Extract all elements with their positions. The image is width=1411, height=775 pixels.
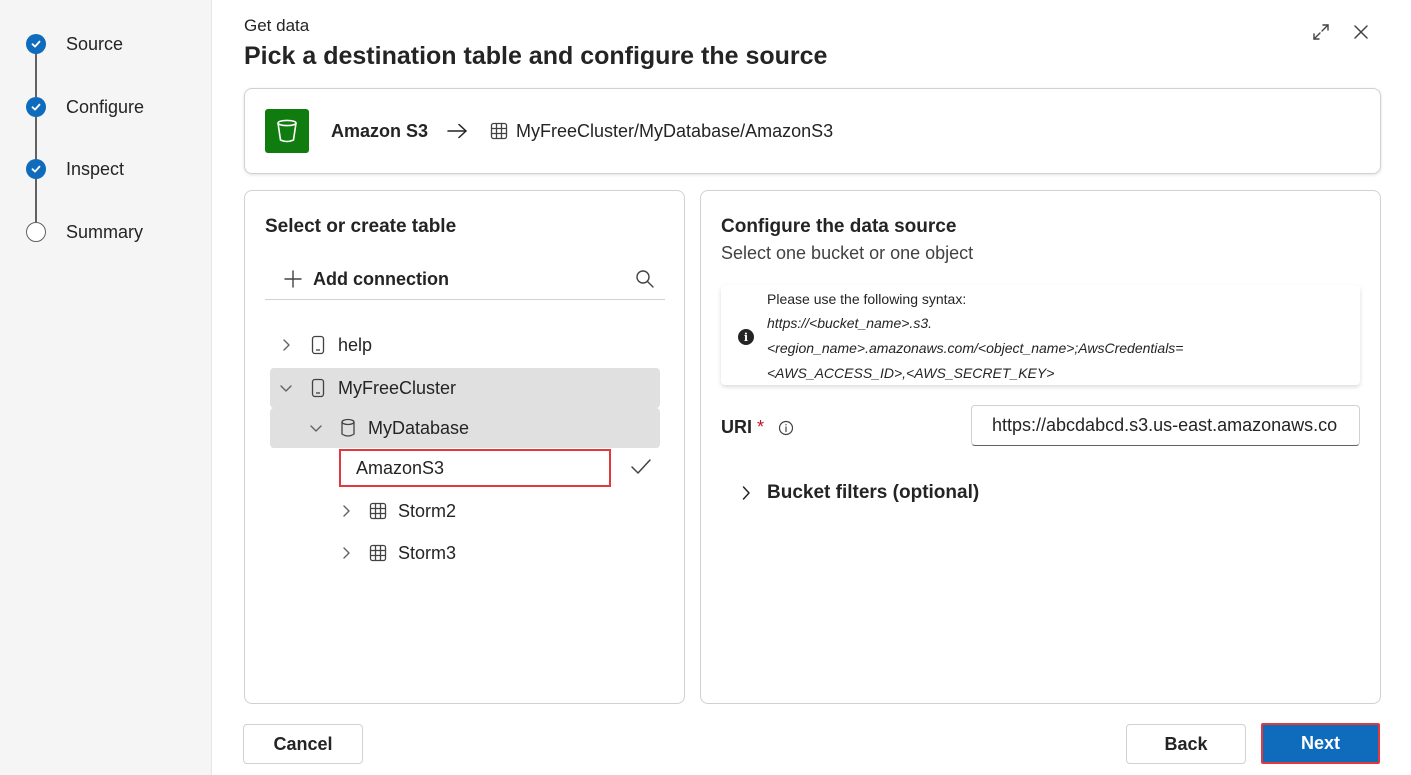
close-icon bbox=[1354, 25, 1368, 39]
info-text: Please use the following syntax: bbox=[767, 291, 967, 307]
uri-label-text: URI bbox=[721, 417, 752, 437]
uri-input[interactable]: https://abcdabcd.s3.us-east.amazonaws.co bbox=[971, 405, 1360, 446]
step-source[interactable]: Source bbox=[26, 33, 123, 55]
tree-item-database-mydatabase[interactable]: MyDatabase bbox=[270, 408, 660, 448]
required-mark: * bbox=[757, 417, 765, 437]
close-button[interactable] bbox=[1349, 20, 1373, 44]
source-name: Amazon S3 bbox=[331, 120, 429, 141]
arrow-right-icon bbox=[446, 123, 468, 139]
syntax-info-box: i Please use the following syntax: https… bbox=[721, 285, 1360, 385]
tree-item-cluster-help[interactable]: help bbox=[270, 325, 660, 365]
add-icon bbox=[283, 269, 303, 289]
tree-item-cluster-myfreecluster[interactable]: MyFreeCluster bbox=[270, 368, 660, 408]
step-complete-icon bbox=[26, 97, 46, 117]
panel-title: Select or create table bbox=[265, 216, 457, 237]
select-table-panel: Select or create table Add connection he… bbox=[244, 190, 685, 704]
panel-title: Configure the data source bbox=[721, 216, 957, 237]
table-icon bbox=[368, 544, 388, 562]
tree-item-label: help bbox=[338, 334, 373, 355]
stepper-connector bbox=[35, 178, 37, 222]
back-button[interactable]: Back bbox=[1126, 724, 1246, 764]
step-label: Summary bbox=[66, 221, 144, 242]
chevron-down-icon[interactable] bbox=[278, 380, 294, 396]
cluster-icon bbox=[308, 378, 328, 398]
chevron-down-icon[interactable] bbox=[308, 420, 324, 436]
tree-item-table-storm2[interactable]: Storm2 bbox=[270, 491, 660, 531]
bucket-filters-expander[interactable]: Bucket filters (optional) bbox=[741, 482, 979, 504]
tree-item-label: Storm2 bbox=[398, 500, 457, 521]
bucket-filters-label: Bucket filters (optional) bbox=[767, 482, 980, 503]
search-button[interactable] bbox=[635, 269, 655, 289]
dialog-eyebrow: Get data bbox=[244, 16, 310, 35]
chevron-right-icon bbox=[741, 485, 751, 501]
destination-path: MyFreeCluster/MyDatabase/AmazonS3 bbox=[516, 120, 834, 141]
table-icon bbox=[368, 502, 388, 520]
info-tooltip-icon[interactable] bbox=[778, 420, 794, 436]
page-title: Pick a destination table and configure t… bbox=[244, 42, 828, 70]
step-pending-icon bbox=[26, 222, 46, 242]
stepper-connector bbox=[35, 53, 37, 97]
step-label: Inspect bbox=[66, 158, 125, 179]
step-complete-icon bbox=[26, 159, 46, 179]
add-connection-toolbar: Add connection bbox=[265, 259, 665, 300]
tree-item-table-storm3[interactable]: Storm3 bbox=[270, 533, 660, 573]
new-table-name-input[interactable]: AmazonS3 bbox=[339, 449, 611, 487]
cancel-button[interactable]: Cancel bbox=[243, 724, 363, 764]
chevron-right-icon[interactable] bbox=[278, 337, 294, 353]
cluster-icon bbox=[308, 335, 328, 355]
expand-icon bbox=[1313, 24, 1329, 40]
info-text: <AWS_ACCESS_ID>,<AWS_SECRET_KEY> bbox=[767, 365, 1055, 381]
configure-source-panel: Configure the data source Select one buc… bbox=[700, 190, 1381, 704]
chevron-right-icon[interactable] bbox=[338, 545, 354, 561]
step-label: Configure bbox=[66, 96, 145, 117]
uri-label: URI * bbox=[721, 417, 794, 438]
checkmark-icon[interactable] bbox=[630, 458, 652, 476]
tree-item-label: MyDatabase bbox=[368, 417, 470, 438]
tree-item-label: Storm3 bbox=[398, 542, 457, 563]
amazon-s3-icon bbox=[265, 109, 309, 153]
source-destination-card: Amazon S3 MyFreeCluster/MyDatabase/Amazo… bbox=[244, 88, 1381, 174]
next-button[interactable]: Next bbox=[1261, 723, 1380, 764]
step-summary[interactable]: Summary bbox=[26, 221, 143, 243]
step-configure[interactable]: Configure bbox=[26, 96, 144, 118]
search-icon bbox=[636, 270, 654, 288]
wizard-stepper: Source Configure Inspect Summary bbox=[0, 0, 212, 775]
step-inspect[interactable]: Inspect bbox=[26, 158, 124, 180]
panel-subtitle: Select one bucket or one object bbox=[721, 243, 974, 263]
stepper-connector bbox=[35, 116, 37, 160]
info-text: https://<bucket_name>.s3. bbox=[767, 315, 932, 331]
expand-button[interactable] bbox=[1309, 20, 1333, 44]
add-connection-button[interactable]: Add connection bbox=[313, 269, 449, 290]
table-icon bbox=[490, 122, 508, 140]
tree-item-label: MyFreeCluster bbox=[338, 377, 457, 398]
info-icon: i bbox=[738, 329, 754, 345]
database-icon bbox=[338, 418, 358, 438]
step-complete-icon bbox=[26, 34, 46, 54]
step-label: Source bbox=[66, 33, 124, 54]
info-text: <region_name>.amazonaws.com/<object_name… bbox=[767, 340, 1184, 356]
chevron-right-icon[interactable] bbox=[338, 503, 354, 519]
